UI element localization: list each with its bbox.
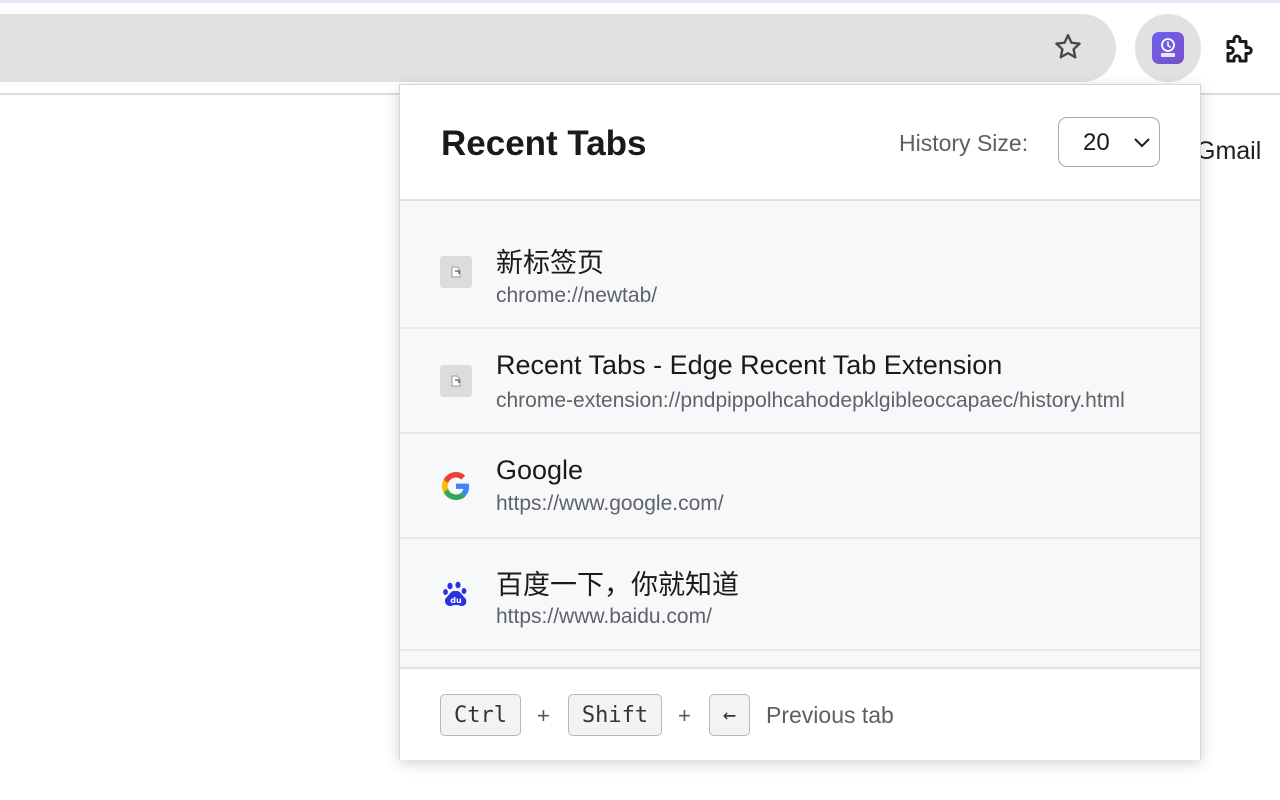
svg-text:du: du xyxy=(450,596,462,605)
star-outline-icon xyxy=(1055,34,1081,59)
plus-separator: + xyxy=(678,703,691,728)
generic-page-icon xyxy=(440,256,472,288)
popup-title: Recent Tabs xyxy=(441,124,647,163)
tab-favicon xyxy=(440,470,472,502)
recent-tabs-extension-icon xyxy=(1152,32,1184,64)
puzzle-icon xyxy=(1226,34,1253,63)
tab-item[interactable]: Google https://www.google.com/ xyxy=(400,434,1200,539)
history-size-value: 20 xyxy=(1083,129,1110,156)
recent-tabs-popup: Recent Tabs History Size: 20 新标签页 chrome… xyxy=(399,84,1201,760)
tab-url: https://www.baidu.com/ xyxy=(496,605,712,628)
gmail-link[interactable]: Gmail xyxy=(1196,137,1261,166)
tab-favicon xyxy=(440,256,472,288)
generic-page-icon xyxy=(440,365,472,397)
browser-toolbar xyxy=(0,3,1280,95)
tab-url: https://www.google.com/ xyxy=(496,492,724,515)
tab-title: 百度一下，你就知道 xyxy=(496,570,739,600)
chevron-down-icon xyxy=(1134,138,1150,148)
google-icon xyxy=(442,472,470,500)
extensions-menu-button[interactable] xyxy=(1218,27,1262,71)
tab-url: chrome-extension://pndpippolhcahodepklgi… xyxy=(496,389,1125,412)
tab-title: 新标签页 xyxy=(496,248,604,278)
plus-separator: + xyxy=(537,703,550,728)
kbd-ctrl: Ctrl xyxy=(440,694,521,736)
tab-url: chrome://newtab/ xyxy=(496,284,658,307)
shortcut-hint: Ctrl + Shift + ← Previous tab xyxy=(400,667,1200,760)
tab-favicon xyxy=(440,365,472,397)
history-size-select[interactable]: 20 xyxy=(1058,117,1160,167)
history-size-label: History Size: xyxy=(899,130,1029,156)
shortcut-description: Previous tab xyxy=(766,702,894,728)
kbd-shift: Shift xyxy=(568,694,662,736)
tab-item[interactable]: 新标签页 chrome://newtab/ xyxy=(400,201,1200,329)
tab-favicon: du xyxy=(440,579,472,611)
address-bar[interactable] xyxy=(0,14,1116,82)
recent-tabs-extension-button[interactable] xyxy=(1135,14,1201,82)
tab-item[interactable]: Recent Tabs - Edge Recent Tab Extension … xyxy=(400,329,1200,434)
tab-title: Recent Tabs - Edge Recent Tab Extension xyxy=(496,350,1003,380)
popup-header: Recent Tabs History Size: 20 xyxy=(400,85,1200,201)
tab-title: Google xyxy=(496,455,584,485)
tab-item[interactable]: du 百度一下，你就知道 https://www.baidu.com/ xyxy=(400,539,1200,651)
baidu-icon: du xyxy=(443,581,467,606)
bookmark-star-button[interactable] xyxy=(1048,27,1088,67)
kbd-left-arrow: ← xyxy=(709,694,750,736)
recent-tabs-list: 新标签页 chrome://newtab/ Recent Tabs - Edge… xyxy=(400,201,1200,667)
